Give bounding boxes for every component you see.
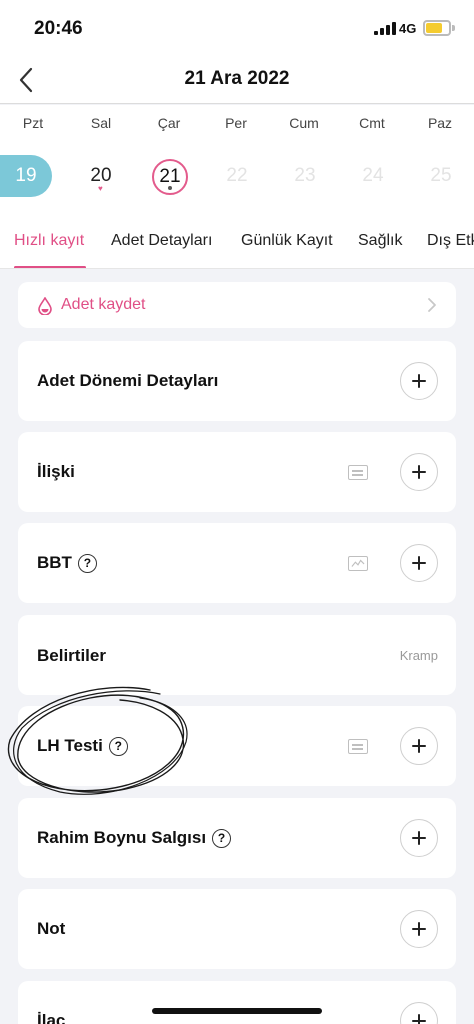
status-bar: 20:46 4G [0, 0, 474, 58]
card-label: İlişki [37, 462, 75, 481]
card-bbt[interactable]: BBT? [18, 523, 456, 603]
card-symptoms[interactable]: Belirtiler Kramp [18, 615, 456, 695]
day-number: 22 [226, 165, 248, 186]
log-period-label: Adet kaydet [61, 296, 146, 313]
add-note-button[interactable] [400, 910, 438, 948]
signal-icon [374, 22, 396, 35]
day-number: 20 [90, 165, 112, 186]
day-number: 19 [15, 165, 37, 186]
weekday-label: Per [225, 115, 247, 131]
tab-hizli-kayit[interactable]: Hızlı kayıt [14, 232, 84, 250]
day-number: 23 [294, 165, 316, 186]
card-cervical-mucus[interactable]: Rahim Boynu Salgısı? [18, 798, 456, 878]
tab-dis-etkenler[interactable]: Dış Etk [427, 232, 474, 250]
day-24[interactable]: 24 [348, 155, 398, 197]
help-icon[interactable]: ? [108, 737, 128, 756]
card-label-text: BBT [37, 553, 72, 572]
day-21-selected[interactable]: 21 [152, 159, 188, 195]
heart-icon: ♥ [98, 184, 103, 193]
card-label-text: Rahim Boynu Salgısı [37, 828, 207, 847]
day-20[interactable]: 20 ♥ [76, 155, 126, 197]
today-dot [168, 186, 172, 190]
card-label: BBT? [37, 553, 97, 573]
status-time: 20:46 [34, 18, 83, 39]
chart-icon[interactable] [348, 556, 368, 571]
help-icon[interactable]: ? [212, 829, 232, 848]
weekday-label: Pzt [22, 115, 44, 131]
card-label: Adet Dönemi Detayları [37, 371, 219, 390]
day-number: 21 [159, 166, 181, 187]
chevron-right-icon [428, 298, 436, 312]
add-period-details-button[interactable] [400, 362, 438, 400]
battery-cap [452, 25, 455, 31]
add-cervical-mucus-button[interactable] [400, 819, 438, 857]
home-indicator [152, 1008, 322, 1014]
day-22[interactable]: 22 [212, 155, 262, 197]
note-icon[interactable] [348, 465, 368, 480]
add-intercourse-button[interactable] [400, 453, 438, 491]
week-calendar: Pzt Sal Çar Per Cum Cmt Paz 19 20 ♥ 21 2… [0, 105, 474, 211]
battery-icon [423, 20, 451, 36]
weekday-label: Sal [90, 115, 112, 131]
add-medication-button[interactable] [400, 1002, 438, 1024]
weekday-label: Paz [427, 115, 453, 131]
network-type: 4G [399, 21, 417, 36]
card-label: LH Testi? [37, 736, 128, 756]
weekday-label: Çar [157, 115, 181, 131]
tab-bar: Hızlı kayıt Adet Detayları Günlük Kayıt … [0, 211, 474, 269]
card-label: Rahim Boynu Salgısı? [37, 828, 232, 848]
day-23[interactable]: 23 [280, 155, 330, 197]
tab-gunluk-kayit[interactable]: Günlük Kayıt [241, 232, 333, 250]
weekday-label: Cum [289, 115, 319, 131]
card-lh-test[interactable]: LH Testi? [18, 706, 456, 786]
card-intercourse[interactable]: İlişki [18, 432, 456, 512]
day-25[interactable]: 25 [416, 155, 466, 197]
card-medication[interactable]: İlaç [18, 981, 456, 1024]
card-label: İlaç [37, 1011, 66, 1024]
weekday-label: Cmt [359, 115, 385, 131]
nav-bar: 21 Ara 2022 [0, 58, 474, 104]
active-tab-indicator [14, 266, 86, 268]
drop-icon [38, 297, 52, 315]
day-number: 25 [430, 165, 452, 186]
card-note[interactable]: Not [18, 889, 456, 969]
card-label: Not [37, 919, 66, 938]
card-label-text: LH Testi [37, 736, 103, 755]
add-bbt-button[interactable] [400, 544, 438, 582]
page-title: 21 Ara 2022 [184, 68, 290, 89]
symptoms-value: Kramp [399, 648, 438, 663]
day-19[interactable]: 19 [0, 155, 52, 197]
help-icon[interactable]: ? [77, 554, 97, 573]
card-period-details[interactable]: Adet Dönemi Detayları [18, 341, 456, 421]
tab-adet-detaylari[interactable]: Adet Detayları [111, 232, 212, 250]
card-label: Belirtiler [37, 646, 106, 665]
note-icon[interactable] [348, 739, 368, 754]
day-number: 24 [362, 165, 384, 186]
tab-saglik[interactable]: Sağlık [358, 232, 402, 250]
log-period-button[interactable]: Adet kaydet [18, 282, 456, 328]
add-lh-test-button[interactable] [400, 727, 438, 765]
